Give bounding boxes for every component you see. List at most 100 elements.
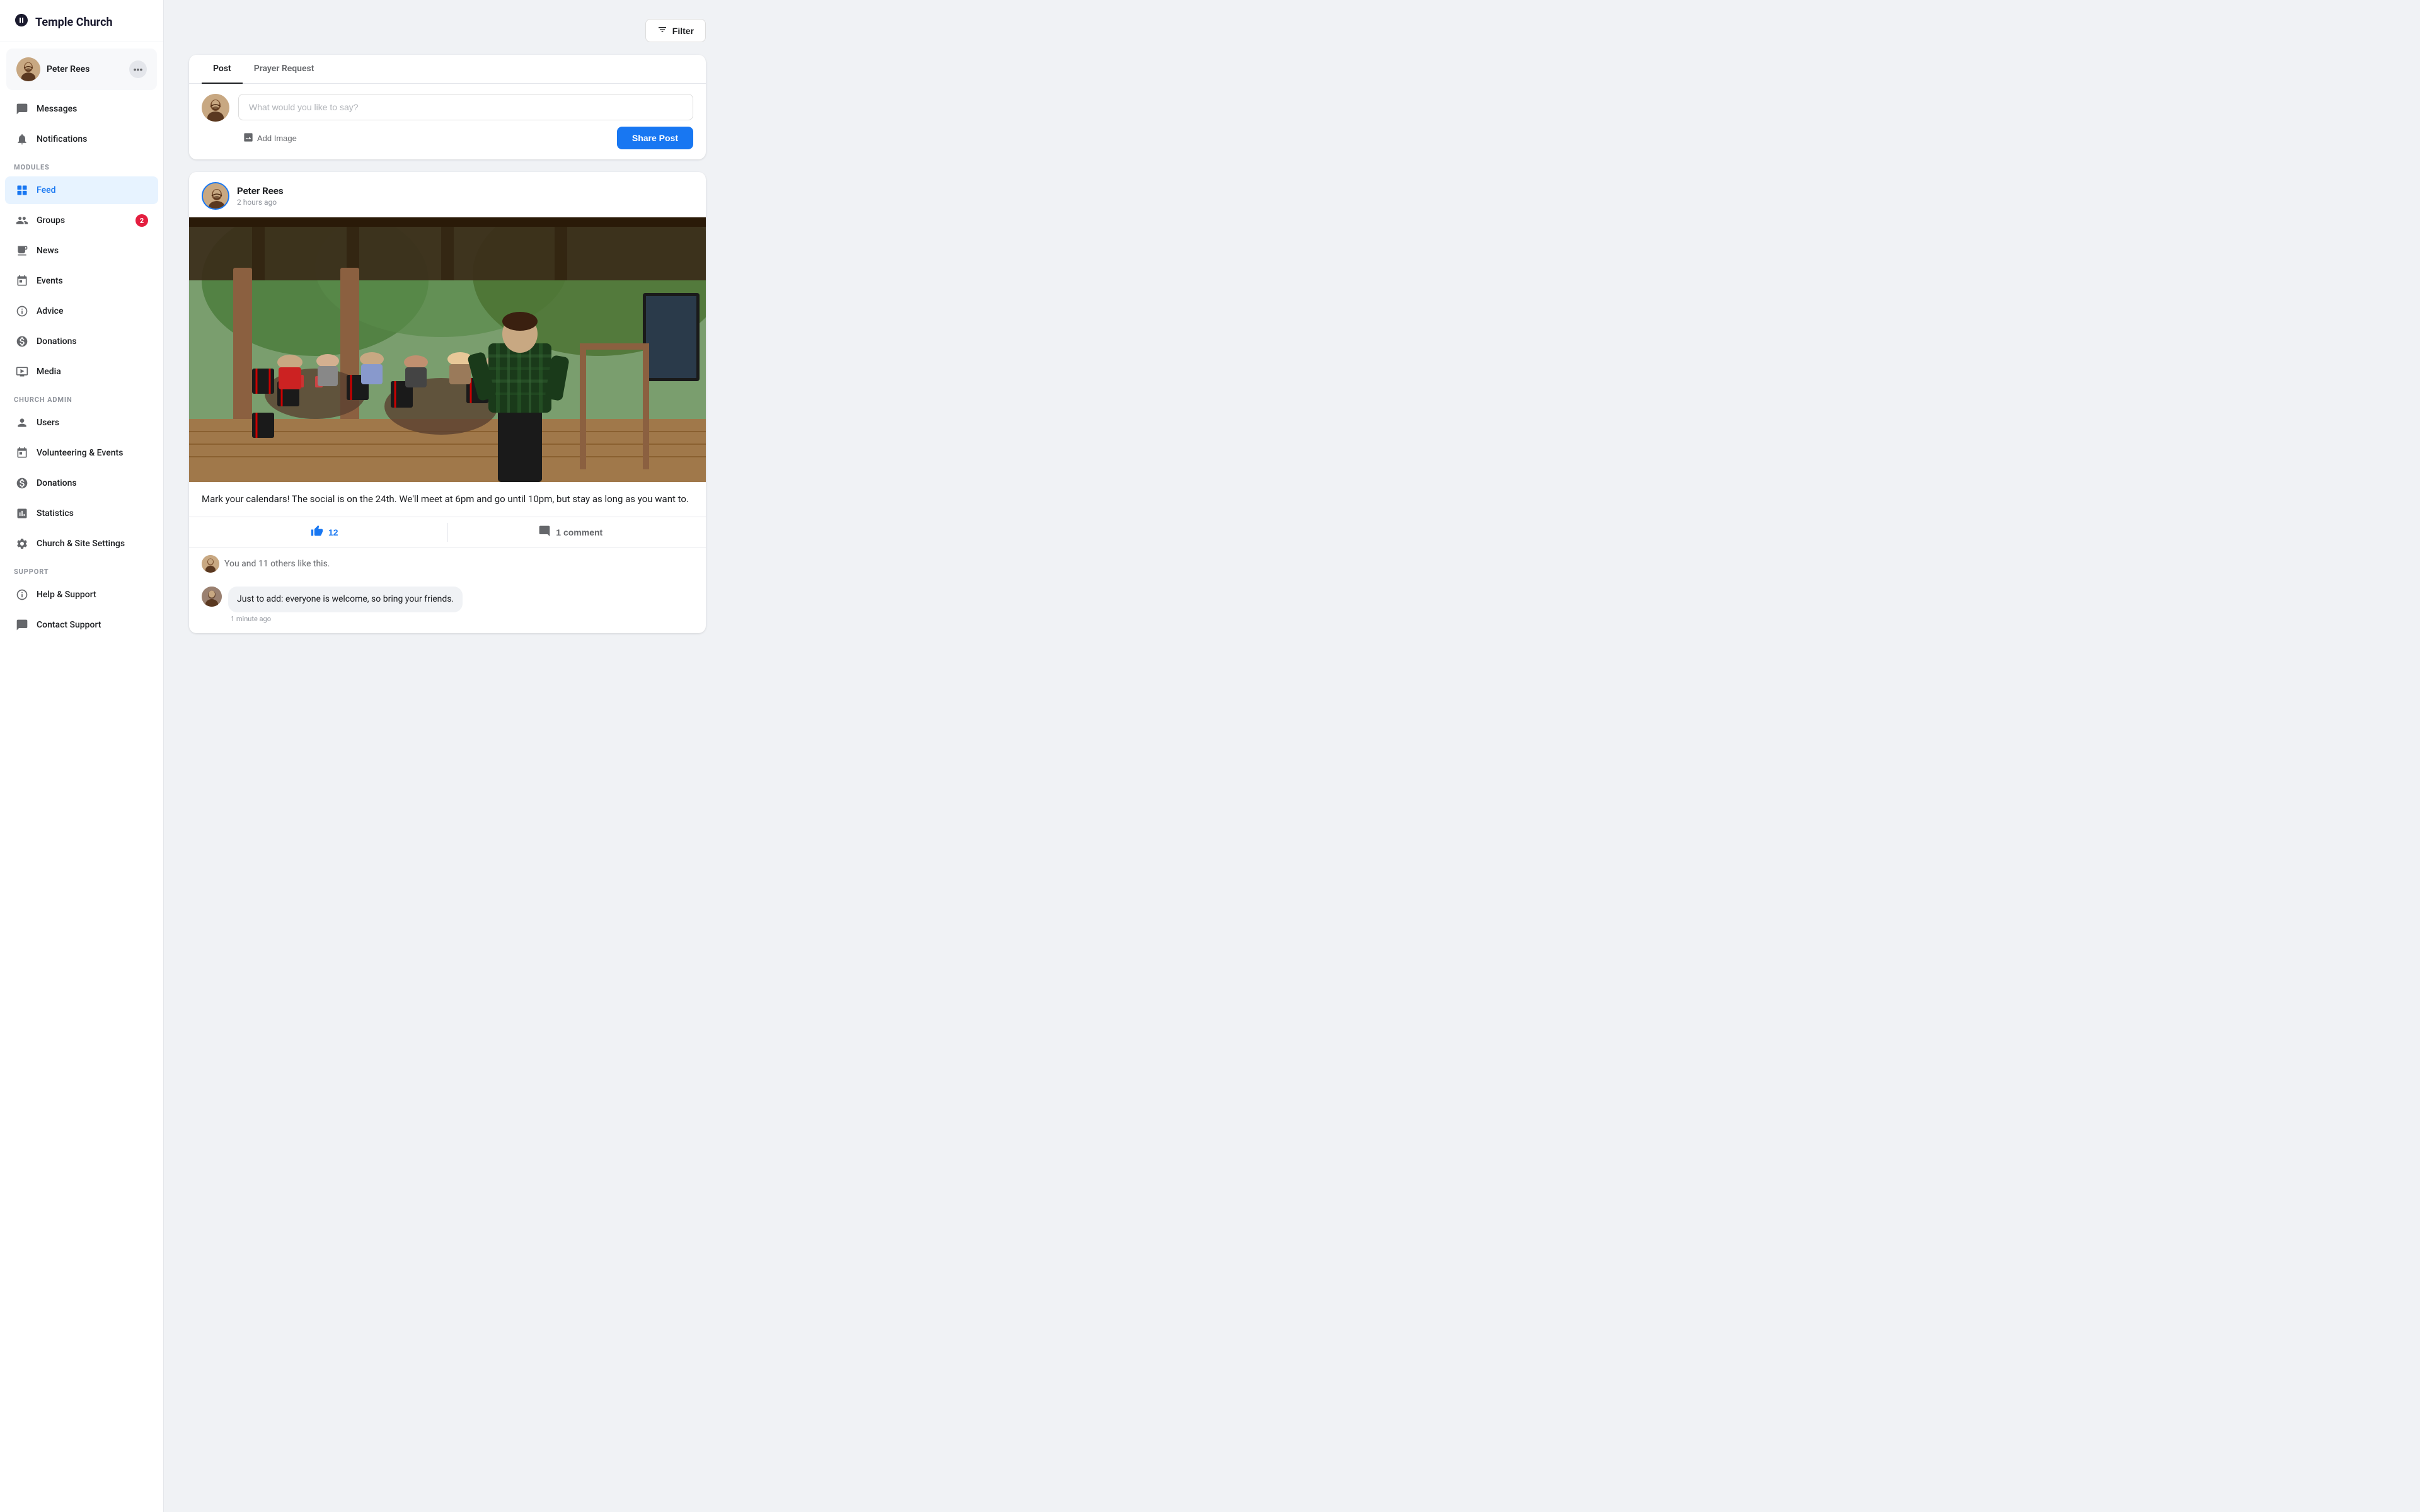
sidebar-item-news[interactable]: News [5,237,158,265]
help-icon [15,588,29,602]
composer-avatar [202,94,229,122]
post-card: Peter Rees 2 hours ago [189,172,706,633]
sidebar-item-volunteering[interactable]: Volunteering & Events [5,439,158,467]
sidebar-item-users[interactable]: Users [5,409,158,437]
logo-icon [14,13,29,32]
likes-count: 12 [328,527,338,537]
sidebar-item-feed[interactable]: Feed [5,176,158,204]
sidebar-item-events[interactable]: Events [5,267,158,295]
help-support-label: Help & Support [37,590,96,600]
like-button[interactable]: 12 [202,517,447,547]
sidebar-item-admin-donations[interactable]: Donations [5,469,158,497]
groups-badge: 2 [135,214,148,227]
modules-section-label: MODULES [0,154,163,175]
composer-body: Add Image Share Post [189,84,706,159]
user-more-button[interactable]: ••• [129,60,147,78]
more-dots-icon: ••• [134,64,143,74]
media-label: Media [37,367,61,377]
filter-bar: Filter [189,19,706,42]
sidebar-item-notifications[interactable]: Notifications [5,125,158,153]
filter-label: Filter [672,26,694,36]
app-title: Temple Church [35,16,113,29]
comment-text: Just to add: everyone is welcome, so bri… [237,594,454,604]
donations-module-label: Donations [37,336,77,346]
messages-label: Messages [37,104,77,114]
groups-label: Groups [37,215,65,226]
sidebar-item-media[interactable]: Media [5,358,158,386]
news-label: News [37,246,59,256]
add-image-button[interactable]: Add Image [238,130,302,147]
sidebar: Temple Church Peter Rees ••• Message [0,0,164,1512]
advice-icon [15,304,29,318]
support-section-label: SUPPORT [0,559,163,580]
composer-input-wrap: Add Image Share Post [238,94,693,149]
admin-donations-label: Donations [37,478,77,488]
avatar [16,57,40,81]
post-author-info: Peter Rees 2 hours ago [237,185,284,207]
sidebar-item-messages[interactable]: Messages [5,95,158,123]
contact-icon [15,618,29,632]
tab-prayer-request[interactable]: Prayer Request [243,55,326,84]
users-icon [15,416,29,430]
advice-label: Advice [37,306,64,316]
add-image-label: Add Image [257,134,297,143]
comment-content: Just to add: everyone is welcome, so bri… [228,587,463,622]
reactions-bar: 12 1 comment [189,517,706,547]
sidebar-item-groups[interactable]: Groups 2 [5,207,158,234]
likes-summary-text: You and 11 others like this. [224,559,330,569]
filter-icon [657,25,667,37]
messages-icon [15,102,29,116]
post-text: Mark your calendars! The social is on th… [189,482,706,517]
sidebar-item-settings[interactable]: Church & Site Settings [5,530,158,558]
sidebar-item-statistics[interactable]: Statistics [5,500,158,527]
composer-tabs: Post Prayer Request [189,55,706,84]
statistics-icon [15,507,29,520]
likes-summary: You and 11 others like this. [189,547,706,580]
post-time: 2 hours ago [237,198,284,207]
comment-section: Just to add: everyone is welcome, so bri… [189,587,706,633]
media-icon [15,365,29,379]
tab-post[interactable]: Post [202,55,243,84]
thumbs-up-icon [311,525,323,539]
user-name: Peter Rees [47,64,123,74]
news-icon [15,244,29,258]
events-label: Events [37,276,63,286]
main-content: Filter Post Prayer Request [164,0,731,1512]
comment-icon [538,525,551,539]
sidebar-item-donations[interactable]: Donations [5,328,158,355]
comment-button[interactable]: 1 comment [448,517,694,547]
image-icon [243,132,253,144]
composer-actions: Add Image Share Post [238,127,693,149]
comment-time: 1 minute ago [228,615,463,623]
comment-author-avatar [202,587,222,607]
notifications-icon [15,132,29,146]
post-image [189,217,706,482]
volunteering-label: Volunteering & Events [37,448,123,458]
admin-donations-icon [15,476,29,490]
sidebar-item-advice[interactable]: Advice [5,297,158,325]
feed-icon [15,183,29,197]
contact-support-label: Contact Support [37,620,101,630]
post-input[interactable] [238,94,693,120]
sidebar-item-contact[interactable]: Contact Support [5,611,158,639]
likes-avatar [202,555,219,573]
sidebar-item-help[interactable]: Help & Support [5,581,158,609]
share-post-button[interactable]: Share Post [617,127,693,149]
users-label: Users [37,418,59,428]
comment-bubble: Just to add: everyone is welcome, so bri… [228,587,463,612]
composer-card: Post Prayer Request [189,55,706,159]
church-admin-section-label: CHURCH ADMIN [0,387,163,408]
sidebar-header: Temple Church [0,0,163,42]
events-icon [15,274,29,288]
feed-label: Feed [37,185,55,195]
user-profile-section: Peter Rees ••• [6,49,157,90]
post-author-avatar [202,182,229,210]
comment-item: Just to add: everyone is welcome, so bri… [202,587,693,622]
post-header: Peter Rees 2 hours ago [189,172,706,217]
statistics-label: Statistics [37,508,74,518]
groups-icon [15,214,29,227]
donations-icon [15,335,29,348]
filter-button[interactable]: Filter [645,19,706,42]
notifications-label: Notifications [37,134,87,144]
settings-icon [15,537,29,551]
